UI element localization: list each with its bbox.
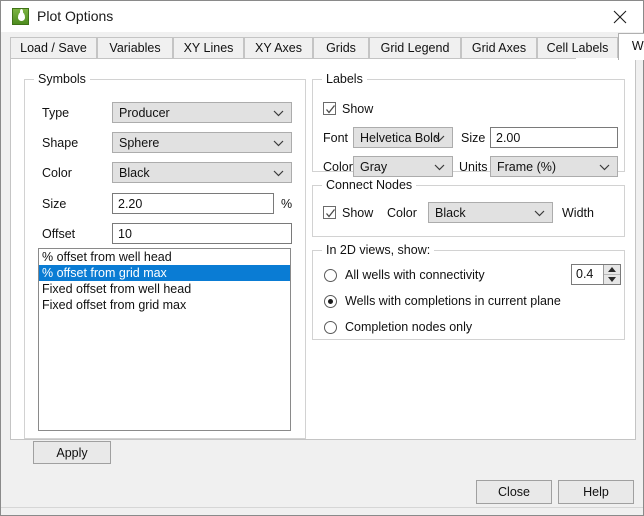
labels-size-value: 2.00 [496, 131, 520, 145]
chevron-down-icon [273, 134, 284, 152]
labels-color-combo[interactable]: Gray [353, 156, 453, 177]
chevron-down-icon [434, 158, 445, 176]
labels-font-label: Font [323, 131, 348, 145]
radio-wells-with-completions[interactable] [324, 295, 337, 308]
close-button-footer[interactable]: Close [476, 480, 552, 504]
labels-size-label: Size [461, 131, 485, 145]
two-d-views-group-label: In 2D views, show: [322, 243, 434, 257]
symbols-group-label: Symbols [34, 72, 90, 86]
chevron-down-icon [273, 164, 284, 182]
plot-options-dialog: Plot Options Load / Save Variables XY Li… [0, 0, 644, 516]
tab-wells[interactable]: Wells [618, 33, 644, 60]
measured-as-listbox[interactable]: % offset from well head % offset from gr… [38, 248, 291, 431]
close-icon[interactable] [597, 1, 643, 32]
footer-divider [1, 507, 643, 508]
chevron-down-icon [599, 158, 610, 176]
list-item[interactable]: % offset from grid max [39, 265, 290, 281]
list-item[interactable]: % offset from well head [39, 249, 290, 265]
radio-label-wells-completions: Wells with completions in current plane [345, 294, 561, 308]
symbol-size-value: 2.20 [118, 197, 142, 211]
symbol-offset-input[interactable]: 10 [112, 223, 292, 244]
tab-grids[interactable]: Grids [313, 37, 369, 60]
connect-nodes-show-checkbox[interactable] [323, 206, 336, 219]
symbol-type-combo[interactable]: Producer [112, 102, 292, 123]
radio-completion-nodes-only[interactable] [324, 321, 337, 334]
symbol-size-label: Size [42, 197, 66, 211]
water-drop-icon [12, 8, 29, 25]
labels-color-value: Gray [360, 160, 387, 174]
labels-font-value: Helvetica Bold [360, 131, 440, 145]
help-button-label: Help [559, 485, 633, 499]
chevron-down-icon [434, 129, 445, 147]
symbol-offset-label: Offset [42, 227, 75, 241]
connect-nodes-color-label: Color [387, 206, 417, 220]
radio-all-wells-with-connectivity[interactable] [324, 269, 337, 282]
labels-size-input[interactable]: 2.00 [490, 127, 618, 148]
tab-cell-labels[interactable]: Cell Labels [537, 37, 618, 60]
help-button[interactable]: Help [558, 480, 634, 504]
chevron-down-icon [534, 204, 545, 222]
tab-xy-axes[interactable]: XY Axes [244, 37, 313, 60]
symbol-color-label: Color [42, 166, 72, 180]
symbol-color-combo[interactable]: Black [112, 162, 292, 183]
tab-bar: Load / Save Variables XY Lines XY Axes G… [1, 32, 643, 60]
list-item[interactable]: Fixed offset from grid max [39, 297, 290, 313]
window-title: Plot Options [37, 8, 113, 24]
labels-units-combo[interactable]: Frame (%) [490, 156, 618, 177]
tab-xy-lines[interactable]: XY Lines [173, 37, 244, 60]
connect-nodes-show-label: Show [342, 206, 373, 220]
connect-nodes-color-value: Black [435, 206, 466, 220]
labels-units-label: Units [459, 160, 487, 174]
tab-page-top-border [10, 58, 636, 59]
labels-show-checkbox[interactable] [323, 102, 336, 115]
connect-nodes-group: Connect Nodes Show Color Black Width [312, 185, 625, 237]
radio-label-all-wells: All wells with connectivity [345, 268, 485, 282]
tab-load-save[interactable]: Load / Save [10, 37, 97, 60]
labels-font-combo[interactable]: Helvetica Bold [353, 127, 453, 148]
two-d-views-group: In 2D views, show: All wells with connec… [312, 250, 625, 340]
labels-color-label: Color [323, 160, 353, 174]
connect-nodes-width-label: Width [562, 206, 594, 220]
apply-button-label: Apply [34, 446, 110, 460]
symbol-offset-value: 10 [118, 227, 132, 241]
radio-label-completion-nodes: Completion nodes only [345, 320, 472, 334]
symbol-shape-combo[interactable]: Sphere [112, 132, 292, 153]
connect-nodes-group-label: Connect Nodes [322, 178, 416, 192]
symbol-shape-value: Sphere [119, 136, 159, 150]
list-item[interactable]: Fixed offset from well head [39, 281, 290, 297]
tab-grid-legend[interactable]: Grid Legend [369, 37, 461, 60]
close-button-label: Close [477, 485, 551, 499]
apply-button[interactable]: Apply [33, 441, 111, 464]
labels-units-value: Frame (%) [497, 160, 556, 174]
chevron-down-icon [273, 104, 284, 122]
symbol-type-label: Type [42, 106, 69, 120]
title-bar: Plot Options [1, 1, 643, 32]
labels-show-label: Show [342, 102, 373, 116]
labels-group: Labels Show Font Helvetica Bold Size 2.0… [312, 79, 625, 172]
symbol-color-value: Black [119, 166, 150, 180]
tab-variables[interactable]: Variables [97, 37, 173, 60]
tab-page-wells: Symbols Type Shape Color Size Offset Mea… [10, 59, 636, 440]
symbols-group: Symbols Type Shape Color Size Offset Mea… [24, 79, 306, 439]
connect-nodes-color-combo[interactable]: Black [428, 202, 553, 223]
symbol-type-value: Producer [119, 106, 170, 120]
tab-grid-axes[interactable]: Grid Axes [461, 37, 537, 60]
labels-group-label: Labels [322, 72, 367, 86]
symbol-size-input[interactable]: 2.20 [112, 193, 274, 214]
symbol-size-unit: % [281, 197, 292, 211]
symbol-shape-label: Shape [42, 136, 78, 150]
